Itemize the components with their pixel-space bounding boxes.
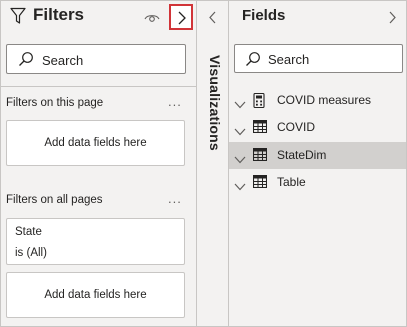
visualizations-collapsed-pane[interactable]: Visualizations [196,1,229,326]
fields-pane: Fields COVID measures COVID [229,1,406,326]
table-icon [252,147,268,166]
chevron-down-icon[interactable] [234,123,246,141]
chevron-right-icon [178,11,186,25]
more-options-button[interactable]: ... [168,191,182,206]
field-table-row[interactable]: COVID [229,114,406,141]
eye-icon[interactable] [144,11,160,23]
fields-title: Fields [242,7,286,24]
chevron-right-icon[interactable] [388,11,397,29]
field-table-row[interactable]: COVID measures [229,87,406,114]
filters-search-box[interactable] [6,44,186,74]
field-table-name: COVID [277,120,316,134]
filters-pane: Filters Filters on this page ... Add dat… [1,1,196,326]
state-filter-card[interactable]: State is (All) [6,218,185,265]
chevron-down-icon[interactable] [234,151,246,169]
search-icon [18,51,34,72]
field-table-name: COVID measures [277,93,372,107]
filters-search-input[interactable] [42,51,177,69]
divider [1,86,196,87]
search-icon [245,51,261,72]
filters-title: Filters [33,5,85,24]
filters-on-all-pages-label: Filters on all pages [6,194,103,206]
more-options-button[interactable]: ... [168,94,182,109]
filter-field-name: State [15,226,42,238]
filters-on-this-page-label: Filters on this page [6,97,104,109]
visualizations-label[interactable]: Visualizations [201,55,223,175]
chevron-down-icon[interactable] [234,178,246,196]
expand-filters-button[interactable] [169,4,193,30]
field-table-name: Table [277,175,306,189]
add-data-fields-well-all-pages[interactable]: Add data fields here [6,272,185,318]
field-table-row-selected[interactable]: StateDim [229,142,406,169]
chevron-left-icon[interactable] [208,11,217,29]
table-icon [252,174,268,193]
filters-header: Filters [1,1,196,33]
fields-search-box[interactable] [234,44,403,73]
calculator-icon [253,92,265,113]
add-data-fields-text: Add data fields here [44,289,147,301]
add-data-fields-text: Add data fields here [44,137,147,149]
table-icon [252,119,268,138]
add-data-fields-well-this-page[interactable]: Add data fields here [6,120,185,166]
field-table-row[interactable]: Table [229,169,406,196]
chevron-down-icon[interactable] [234,96,246,114]
field-table-name: StateDim [277,148,327,162]
filter-field-value: is (All) [15,247,47,259]
filter-funnel-icon [10,7,26,25]
fields-search-input[interactable] [268,51,396,68]
